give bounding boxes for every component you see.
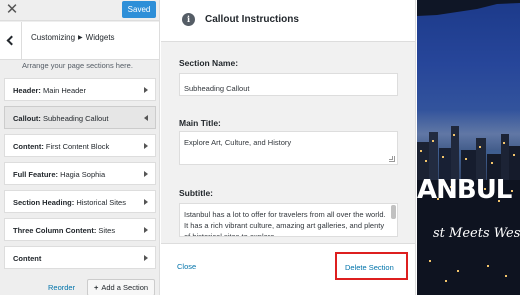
reorder-link[interactable]: Reorder [48, 283, 75, 292]
delete-highlight-box: Delete Section [335, 252, 408, 280]
section-label: Full Feature: Hagia Sophia [13, 170, 106, 179]
info-icon: i [182, 13, 195, 26]
add-section-button[interactable]: + Add a Section [87, 279, 155, 295]
textarea-scrollbar[interactable] [391, 205, 396, 219]
breadcrumb-path: Customizing ▶ Widgets [31, 33, 115, 42]
breadcrumb-current: Widgets [85, 33, 115, 42]
section-item-content[interactable]: Content: First Content Block [4, 134, 156, 157]
subtitle-textarea[interactable]: Istanbul has a lot to offer for traveler… [179, 203, 398, 237]
section-name-label: Section Name: [179, 58, 239, 68]
main-title-textarea[interactable]: Explore Art, Culture, and History [179, 131, 398, 165]
plus-icon: + [93, 283, 99, 292]
arrow-right-icon [144, 199, 148, 205]
section-label: Section Heading: Historical Sites [13, 198, 126, 207]
panel-footer: Close Delete Section [161, 243, 415, 295]
arrow-right-icon [144, 227, 148, 233]
arrow-right-icon [144, 171, 148, 177]
site-preview: ANBUL st Meets West [417, 0, 520, 295]
section-label: Header: Main Header [13, 86, 86, 95]
arrow-right-icon [144, 143, 148, 149]
hero-subtitle: st Meets West [433, 226, 520, 241]
add-section-label: Add a Section [101, 283, 149, 292]
rooftop-silhouette [417, 0, 520, 16]
arrow-left-icon [144, 115, 148, 121]
section-item-three-column[interactable]: Three Column Content: Sites [4, 218, 156, 241]
main-title-label: Main Title: [179, 118, 221, 128]
arrow-right-icon [144, 87, 148, 93]
section-name-input[interactable] [179, 73, 398, 96]
section-item-content-2[interactable]: Content [4, 246, 156, 269]
city-skyline-image [417, 126, 520, 295]
panel-title: Callout Instructions [205, 14, 299, 25]
breadcrumb: Customizing ▶ Widgets [0, 22, 159, 60]
section-label: Content [13, 254, 42, 263]
resize-grip-icon[interactable] [389, 156, 395, 162]
delete-section-link[interactable]: Delete Section [345, 263, 394, 272]
panel-header: i Callout Instructions [161, 0, 415, 42]
section-label: Content: First Content Block [13, 142, 110, 151]
arrow-right-icon [144, 255, 148, 261]
section-item-section-heading[interactable]: Section Heading: Historical Sites [4, 190, 156, 213]
saved-button[interactable]: Saved [122, 1, 156, 18]
chevron-left-icon [6, 35, 17, 46]
main-title-value: Explore Art, Culture, and History [184, 138, 292, 147]
section-list: Header: Main Header Callout: Subheading … [4, 78, 156, 274]
close-icon[interactable]: ✕ [3, 0, 21, 20]
customizer-sidebar: ✕ Saved Customizing ▶ Widgets Arrange your… [0, 0, 160, 295]
customizer-header: ✕ Saved [0, 0, 159, 21]
section-item-full-feature[interactable]: Full Feature: Hagia Sophia [4, 162, 156, 185]
sidebar-footer: Reorder + Add a Section [0, 279, 159, 295]
back-button[interactable] [0, 22, 22, 60]
triangle-right-icon: ▶ [78, 35, 83, 41]
subtitle-label: Subtitle: [179, 188, 213, 198]
hero-title: ANBUL [417, 175, 512, 205]
section-item-header[interactable]: Header: Main Header [4, 78, 156, 101]
close-link[interactable]: Close [177, 262, 196, 271]
sections-hint: Arrange your page sections here. [22, 61, 133, 70]
section-label: Three Column Content: Sites [13, 226, 116, 235]
subtitle-value: Istanbul has a lot to offer for traveler… [184, 210, 386, 237]
breadcrumb-parent: Customizing [31, 33, 76, 42]
section-editor-panel: i Callout Instructions Section Name: Mai… [161, 0, 416, 295]
section-label: Callout: Subheading Callout [13, 114, 109, 123]
section-item-callout[interactable]: Callout: Subheading Callout [4, 106, 156, 129]
